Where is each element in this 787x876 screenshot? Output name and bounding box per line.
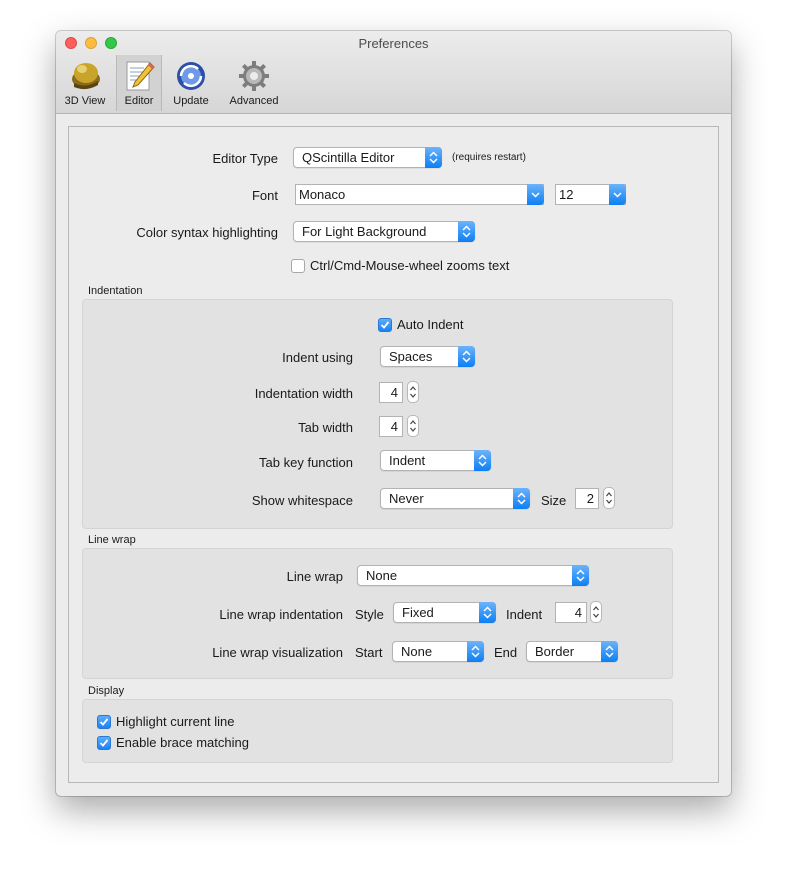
window-title: Preferences [358, 36, 429, 51]
indentation-width-label: Indentation width [254, 386, 353, 401]
toolbar-advanced[interactable]: Advanced [223, 55, 285, 111]
stepper-arrows-icon [606, 492, 612, 504]
line-wrap-indent-stepper[interactable] [590, 601, 602, 623]
line-wrap-visualization-label: Line wrap visualization [212, 645, 343, 660]
line-wrap-start-value: None [401, 644, 433, 659]
checkmark-icon [99, 739, 109, 747]
chevron-down-icon [527, 184, 544, 205]
stepper-arrows-icon [593, 606, 599, 618]
stepper-arrows-icon [410, 420, 416, 432]
tab-width-input[interactable]: 4 [379, 416, 403, 437]
checkmark-icon [99, 718, 109, 726]
updown-arrows-icon [458, 221, 475, 242]
requires-restart-note: (requires restart) [452, 152, 526, 163]
tab-width-value: 4 [390, 419, 398, 434]
3d-view-icon [72, 63, 100, 90]
editor-type-select[interactable]: QScintilla Editor [293, 147, 442, 168]
color-syntax-label: Color syntax highlighting [136, 225, 278, 240]
checkmark-icon [380, 321, 390, 329]
tab-width-label: Tab width [298, 420, 353, 435]
chevron-down-icon [609, 184, 626, 205]
line-wrap-end-value: Border [535, 644, 575, 659]
toolbar-update[interactable]: Update [168, 55, 214, 111]
line-wrap-style-select[interactable]: Fixed [393, 602, 496, 623]
updown-arrows-icon [479, 602, 496, 623]
line-wrap-indent-input[interactable]: 4 [555, 602, 587, 623]
line-wrap-select[interactable]: None [357, 565, 589, 586]
stepper-arrows-icon [410, 386, 416, 398]
updown-arrows-icon [474, 450, 491, 471]
whitespace-size-input[interactable]: 2 [575, 488, 599, 509]
indentation-group-title: Indentation [88, 285, 143, 297]
editor-icon [126, 61, 155, 91]
font-label: Font [251, 188, 278, 203]
editor-preferences-pane: Editor Type QScintilla Editor (requires … [68, 126, 719, 783]
font-value: Monaco [299, 187, 346, 202]
line-wrap-indent-value: 4 [574, 605, 582, 620]
line-wrap-indent-label: Indent [506, 607, 543, 622]
whitespace-size-label: Size [541, 493, 567, 508]
line-wrap-value: None [366, 568, 398, 583]
indent-using-value: Spaces [389, 349, 433, 364]
updown-arrows-icon [425, 147, 442, 168]
line-wrap-end-label: End [494, 645, 518, 660]
toolbar-advanced-label: Advanced [229, 95, 279, 107]
color-syntax-select[interactable]: For Light Background [293, 221, 475, 242]
updown-arrows-icon [467, 641, 484, 662]
whitespace-size-stepper[interactable] [603, 487, 615, 509]
brace-matching-checkbox[interactable] [97, 736, 111, 750]
line-wrap-indentation-label: Line wrap indentation [219, 607, 343, 622]
font-select[interactable]: Monaco [295, 184, 544, 205]
font-size-select[interactable]: 12 [555, 184, 626, 205]
font-size-value: 12 [559, 187, 574, 202]
indentation-group: Auto Indent Indent using Spaces Indentat… [82, 299, 673, 529]
updown-arrows-icon [601, 641, 618, 662]
title-bar: Preferences 3D View Editor Update Advanc… [56, 31, 731, 114]
line-wrap-style-label: Style [355, 607, 384, 622]
display-group-title: Display [88, 685, 125, 697]
indent-using-select[interactable]: Spaces [380, 346, 475, 367]
highlight-current-line-label: Highlight current line [116, 714, 235, 729]
tab-key-function-value: Indent [389, 453, 426, 468]
indentation-width-input[interactable]: 4 [379, 382, 403, 403]
indentation-width-stepper[interactable] [407, 381, 419, 403]
line-wrap-end-select[interactable]: Border [526, 641, 618, 662]
line-wrap-start-select[interactable]: None [392, 641, 484, 662]
line-wrap-label: Line wrap [286, 569, 343, 584]
tab-key-function-select[interactable]: Indent [380, 450, 491, 471]
tab-width-stepper[interactable] [407, 415, 419, 437]
tab-key-function-label: Tab key function [259, 455, 353, 470]
line-wrap-group-title: Line wrap [88, 534, 136, 546]
brace-matching-label: Enable brace matching [116, 735, 249, 750]
wheel-zoom-label: Ctrl/Cmd-Mouse-wheel zooms text [310, 258, 510, 273]
toolbar-editor[interactable]: Editor [116, 55, 162, 111]
auto-indent-label: Auto Indent [397, 317, 464, 332]
highlight-current-line-checkbox[interactable] [97, 715, 111, 729]
auto-indent-checkbox[interactable] [378, 318, 392, 332]
toolbar-3d-view-label: 3D View [64, 95, 106, 107]
editor-type-label: Editor Type [212, 151, 278, 166]
updown-arrows-icon [513, 488, 530, 509]
show-whitespace-value: Never [389, 491, 424, 506]
show-whitespace-select[interactable]: Never [380, 488, 530, 509]
toolbar-editor-label: Editor [124, 95, 154, 107]
line-wrap-group: Line wrap None Line wrap indentation Sty… [82, 548, 673, 679]
editor-type-value: QScintilla Editor [302, 150, 395, 165]
update-icon [177, 62, 205, 90]
toolbar-update-label: Update [173, 95, 209, 107]
updown-arrows-icon [458, 346, 475, 367]
line-wrap-start-label: Start [355, 645, 383, 660]
wheel-zoom-checkbox[interactable] [291, 259, 305, 273]
gear-icon [239, 61, 269, 91]
show-whitespace-label: Show whitespace [251, 493, 353, 508]
display-group: Highlight current line Enable brace matc… [82, 699, 673, 763]
whitespace-size-value: 2 [586, 491, 594, 506]
line-wrap-style-value: Fixed [402, 605, 434, 620]
indentation-width-value: 4 [390, 385, 398, 400]
updown-arrows-icon [572, 565, 589, 586]
indent-using-label: Indent using [282, 350, 353, 365]
preferences-window: Preferences 3D View Editor Update Advanc… [56, 31, 731, 796]
color-syntax-value: For Light Background [302, 224, 427, 239]
toolbar-3d-view[interactable]: 3D View [61, 55, 109, 111]
